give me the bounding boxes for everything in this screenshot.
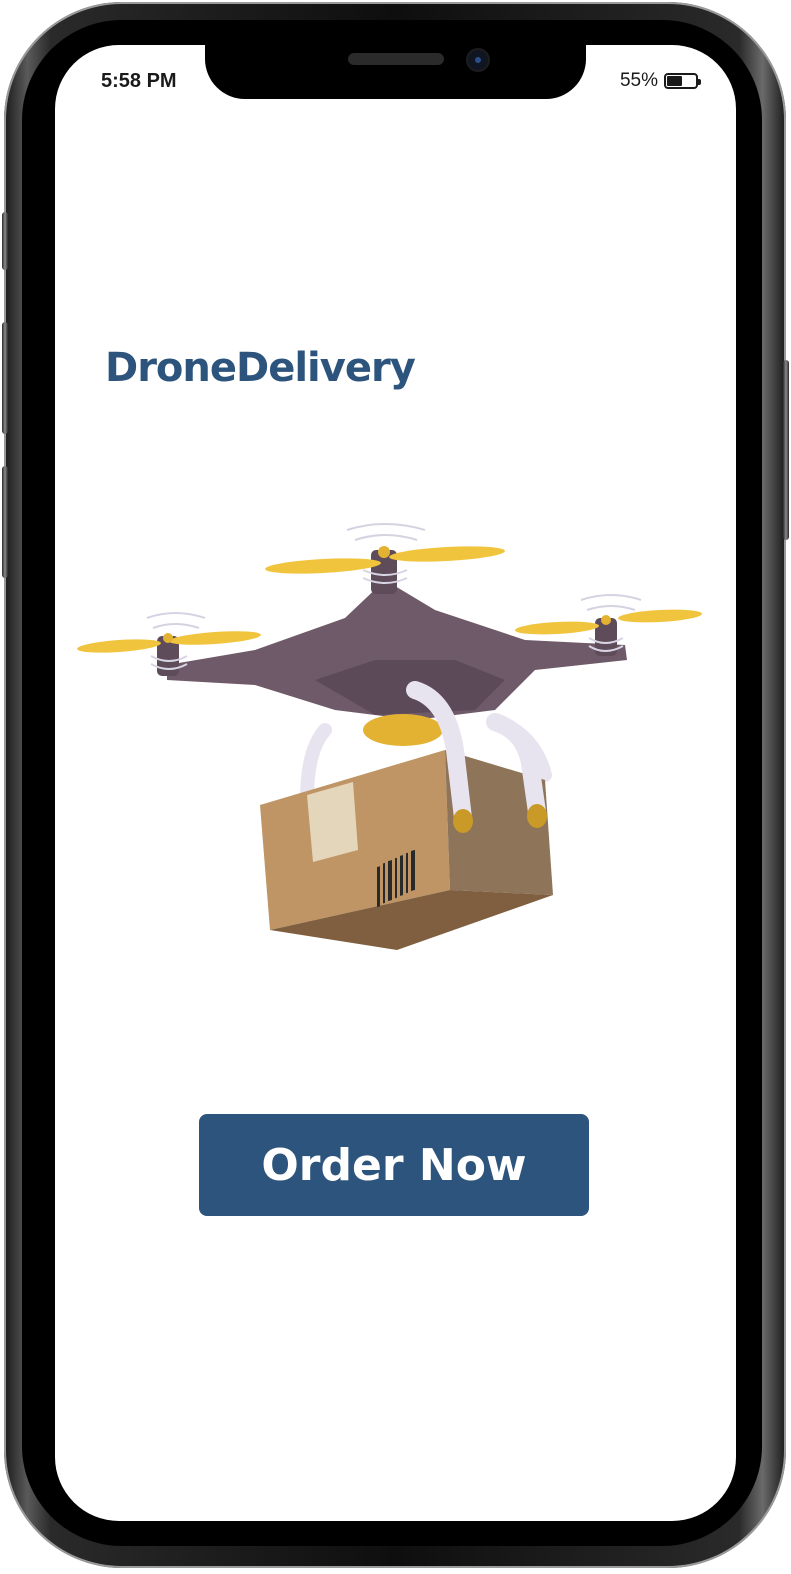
drone-gimbal	[363, 714, 443, 746]
drone-delivery-illustration	[77, 523, 702, 950]
notch	[205, 45, 586, 99]
front-camera-icon	[468, 50, 488, 70]
app-brand-title: DroneDelivery	[105, 345, 416, 391]
silent-switch	[2, 212, 8, 270]
app-screen: 5:58 PM 55% DroneDelivery Order Now	[55, 45, 736, 1521]
battery-icon	[664, 73, 701, 89]
power-button	[783, 360, 789, 540]
volume-down-button	[2, 466, 8, 578]
battery-level-fill	[667, 76, 682, 86]
volume-up-button	[2, 322, 8, 434]
status-time: 5:58 PM	[101, 70, 177, 92]
battery-percentage: 55%	[619, 70, 658, 91]
status-battery-group: 55%	[619, 70, 701, 92]
order-now-button[interactable]: Order Now	[199, 1114, 589, 1216]
speaker-grille	[348, 53, 444, 65]
